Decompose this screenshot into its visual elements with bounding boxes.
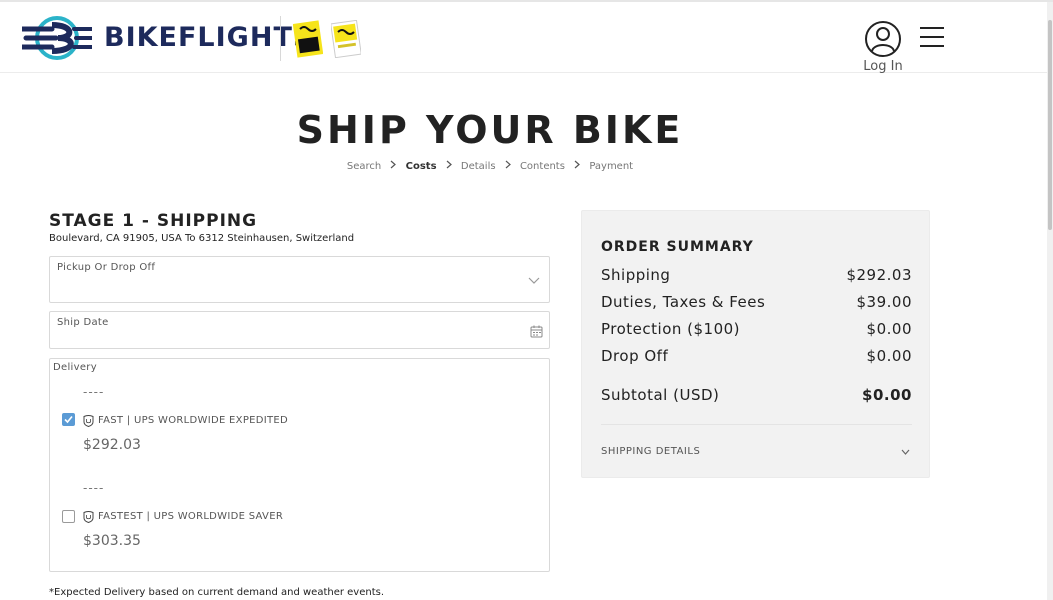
summary-row-value: $0.00 [866, 347, 912, 365]
option-saver-checkbox[interactable] [62, 510, 75, 523]
delivery-options: Delivery ---- FAST | UPS WORLDWIDE EXPED… [49, 358, 550, 572]
chevron-down-icon[interactable] [528, 277, 540, 285]
breadcrumb-details[interactable]: Details [461, 161, 496, 172]
chevron-right-icon [446, 160, 452, 169]
option-expedited-checkbox[interactable] [62, 413, 75, 426]
option-saver-price: $303.35 [83, 533, 141, 549]
breadcrumb: Search Costs Details Contents Payment [0, 160, 980, 172]
page-scrollbar[interactable] [1047, 2, 1053, 600]
summary-divider [601, 424, 912, 425]
site-header: BIKEFLIGHTS Log In [0, 0, 1053, 74]
hamburger-menu-icon[interactable] [919, 26, 945, 48]
summary-row-label: Protection ($100) [601, 320, 741, 338]
brand-name[interactable]: BIKEFLIGHTS [104, 22, 313, 53]
summary-row-value: $39.00 [856, 293, 912, 311]
option-saver-label[interactable]: FASTEST | UPS WORLDWIDE SAVER [98, 511, 283, 522]
delivery-date: ---- [83, 481, 105, 495]
chevron-right-icon [505, 160, 511, 169]
summary-row-value: $292.03 [846, 266, 912, 284]
route-text: Boulevard, CA 91905, USA To 6312 Steinha… [49, 233, 355, 244]
subtotal-value: $0.00 [862, 386, 912, 404]
pickup-label: Pickup Or Drop Off [57, 262, 156, 273]
option-expedited-price: $292.03 [83, 437, 141, 453]
page-title: SHIP YOUR BIKE [296, 108, 684, 152]
summary-row-label: Duties, Taxes & Fees [601, 293, 766, 311]
summary-row-drop-off: Drop Off $0.00 [601, 347, 912, 365]
login-label[interactable]: Log In [862, 59, 904, 74]
delivery-footnote: *Expected Delivery based on current dema… [49, 587, 385, 598]
bikeflights-logo-icon[interactable] [22, 15, 92, 61]
chevron-right-icon [574, 160, 581, 169]
chevron-down-icon[interactable] [901, 449, 910, 455]
calendar-icon[interactable] [530, 325, 543, 338]
order-summary-title: ORDER SUMMARY [601, 239, 754, 255]
subtotal-label: Subtotal (USD) [601, 386, 720, 404]
ship-date-field[interactable]: Ship Date [49, 311, 550, 349]
summary-row-label: Shipping [601, 266, 671, 284]
ups-shield-icon [83, 415, 94, 427]
login-button[interactable]: Log In [862, 20, 904, 74]
ups-shield-icon [83, 511, 94, 523]
breadcrumb-costs[interactable]: Costs [406, 161, 437, 172]
summary-row-label: Drop Off [601, 347, 669, 365]
chevron-right-icon [391, 160, 397, 169]
pickup-or-dropoff-select[interactable]: Pickup Or Drop Off [49, 256, 550, 303]
tour-de-france-logo-icon [293, 20, 323, 58]
checkmark-icon [64, 415, 73, 424]
header-divider [280, 16, 281, 61]
summary-row-duties: Duties, Taxes & Fees $39.00 [601, 293, 912, 311]
delivery-date: ---- [83, 385, 105, 399]
user-account-icon[interactable] [864, 20, 902, 58]
breadcrumb-payment[interactable]: Payment [589, 161, 633, 172]
scrollbar-thumb[interactable] [1048, 20, 1052, 230]
option-expedited-label[interactable]: FAST | UPS WORLDWIDE EXPEDITED [98, 415, 288, 426]
summary-row-protection: Protection ($100) $0.00 [601, 320, 912, 338]
summary-row-shipping: Shipping $292.03 [601, 266, 912, 284]
shipping-details-toggle[interactable]: SHIPPING DETAILS [601, 446, 700, 457]
breadcrumb-search[interactable]: Search [347, 161, 381, 172]
summary-row-value: $0.00 [866, 320, 912, 338]
ship-date-label: Ship Date [57, 317, 109, 328]
order-summary-panel: ORDER SUMMARY Shipping $292.03 Duties, T… [581, 210, 930, 478]
summary-row-subtotal: Subtotal (USD) $0.00 [601, 386, 912, 404]
delivery-label: Delivery [53, 362, 97, 373]
breadcrumb-contents[interactable]: Contents [520, 161, 565, 172]
stage-title: STAGE 1 - SHIPPING [49, 211, 258, 231]
tour-de-france-femmes-logo-icon [331, 20, 361, 58]
